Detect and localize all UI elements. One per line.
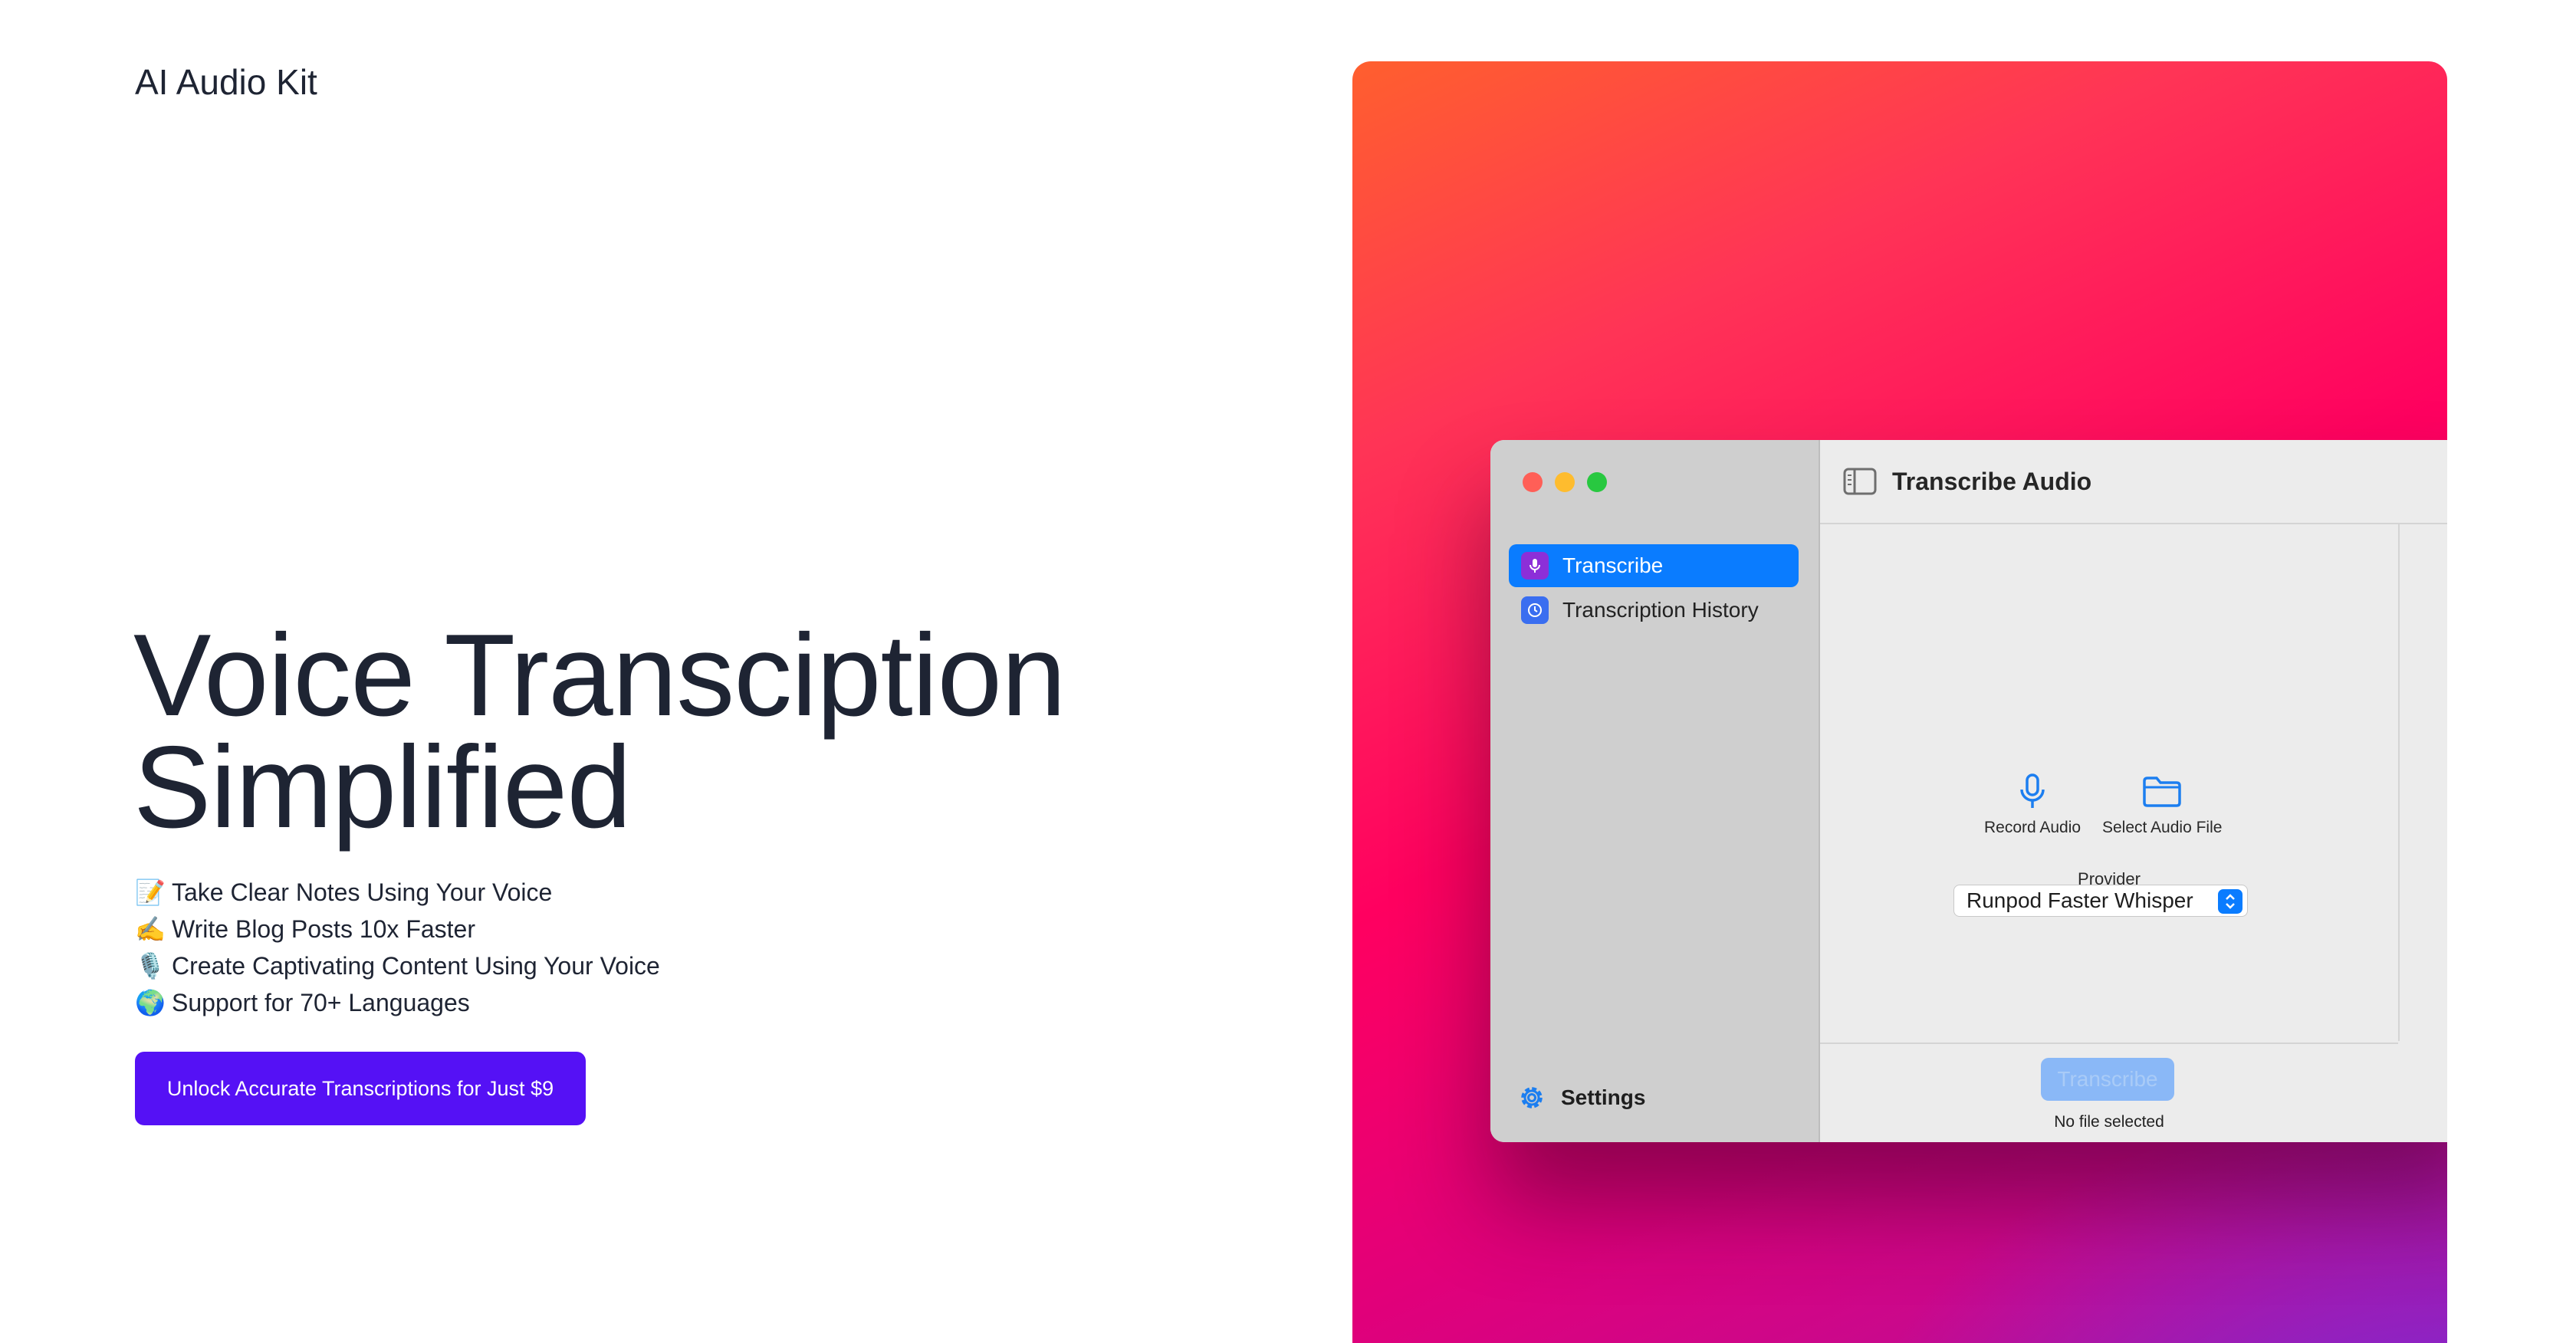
app-window-screenshot: Transcribe Transcription History Setting… [1490, 440, 2447, 1142]
sidebar-item-transcription-history[interactable]: Transcription History [1509, 589, 1799, 632]
sidebar-item-transcribe[interactable]: Transcribe [1509, 544, 1799, 587]
microphone-emoji-icon: 🎙️ [135, 952, 166, 980]
gear-icon [1516, 1082, 1547, 1113]
app-preview-panel: Transcribe Transcription History Setting… [1352, 61, 2447, 1343]
feature-text: Support for 70+ Languages [172, 989, 470, 1016]
writing-hand-emoji-icon: ✍️ [135, 915, 166, 943]
sidebar-item-label: Transcription History [1562, 598, 1759, 622]
unlock-cta-button[interactable]: Unlock Accurate Transcriptions for Just … [135, 1052, 586, 1125]
toolbar: Transcribe Audio [1820, 440, 2447, 524]
feature-item: 🌍 Support for 70+ Languages [135, 984, 660, 1021]
window-close-button[interactable] [1523, 472, 1543, 492]
sidebar: Transcribe Transcription History Setting… [1490, 440, 1820, 1142]
hero-title-line-1: Voice Transciption [133, 610, 1066, 740]
microphone-icon [1521, 552, 1549, 580]
feature-item: 🎙️ Create Captivating Content Using Your… [135, 947, 660, 984]
select-audio-file-button[interactable]: Select Audio File [2102, 771, 2222, 837]
feature-text: Write Blog Posts 10x Faster [172, 915, 475, 943]
settings-button[interactable]: Settings [1516, 1082, 1645, 1113]
transcribe-content: Record Audio Select Audio File Provider … [1820, 524, 2400, 1041]
provider-select[interactable]: Runpod Faster Whisper [1953, 885, 2248, 917]
hero-title-line-2: Simplified [133, 722, 632, 852]
record-audio-button[interactable]: Record Audio [1984, 771, 2081, 837]
transcribe-button[interactable]: Transcribe [2041, 1058, 2174, 1101]
provider-selected-value: Runpod Faster Whisper [1967, 888, 2193, 912]
select-audio-file-label: Select Audio File [2102, 819, 2223, 836]
globe-emoji-icon: 🌍 [135, 989, 166, 1016]
feature-text: Create Captivating Content Using Your Vo… [172, 952, 660, 980]
feature-text: Take Clear Notes Using Your Voice [172, 878, 553, 906]
feature-item: 📝 Take Clear Notes Using Your Voice [135, 874, 660, 911]
window-minimize-button[interactable] [1555, 472, 1575, 492]
memo-emoji-icon: 📝 [135, 878, 166, 906]
sidebar-item-label: Transcribe [1562, 553, 1664, 577]
main-area: Transcribe Audio Record Audio Select Aud… [1820, 440, 2447, 1142]
record-audio-label: Record Audio [1984, 819, 2082, 836]
hero-title: Voice Transciption Simplified [133, 617, 1066, 846]
sidebar-toggle-icon[interactable] [1843, 468, 1877, 495]
settings-label: Settings [1561, 1085, 1646, 1109]
transcribe-footer: Transcribe No file selected [1820, 1043, 2398, 1142]
clock-icon [1521, 596, 1549, 624]
window-zoom-button[interactable] [1587, 472, 1607, 492]
brand-logo-text[interactable]: AI Audio Kit [135, 61, 317, 103]
feature-list: 📝 Take Clear Notes Using Your Voice ✍️ W… [135, 874, 660, 1021]
folder-icon [2142, 771, 2182, 813]
page-title: Transcribe Audio [1892, 467, 2092, 495]
file-status-text: No file selected [2054, 1113, 2164, 1131]
microphone-icon [2017, 771, 2048, 813]
chevron-up-down-icon [2218, 889, 2242, 914]
feature-item: ✍️ Write Blog Posts 10x Faster [135, 911, 660, 947]
